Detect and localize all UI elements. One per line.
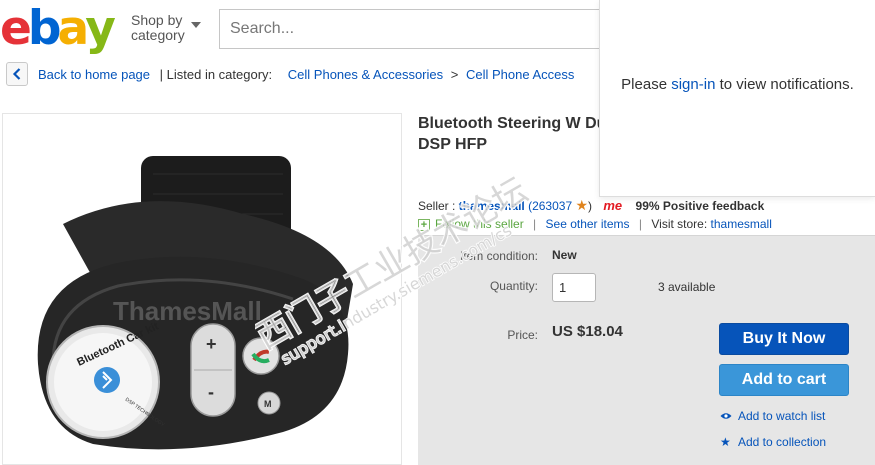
plus-icon: + — [418, 219, 430, 231]
svg-text:-: - — [208, 382, 214, 402]
add-to-cart-button[interactable]: Add to cart — [719, 364, 849, 396]
feedback-star-icon: ★ — [575, 197, 589, 213]
divider: | — [533, 217, 537, 231]
notif-pre: Please — [621, 76, 672, 93]
seller-info: Seller : thamesmall (263037 ★) me 99% Po… — [418, 197, 764, 214]
condition-value: New — [552, 248, 577, 262]
positive-feedback: 99% Positive feedback — [635, 199, 765, 213]
see-other-items-link[interactable]: See other items — [546, 217, 630, 231]
divider: | — [638, 217, 643, 231]
price-value: US $18.04 — [552, 323, 623, 340]
seller-actions: + Follow this seller | See other items | … — [418, 217, 772, 231]
quantity-label: Quantity: — [489, 279, 538, 293]
back-to-home-link[interactable]: Back to home page — [38, 67, 150, 82]
notifications-panel: Please sign-in to view notifications. — [599, 0, 875, 197]
logo-letter-b: b — [27, 1, 62, 56]
svg-text:M: M — [264, 399, 272, 409]
purchase-box: Item condition: New Quantity: 3 availabl… — [418, 235, 875, 465]
available-count: 3 available — [658, 280, 716, 294]
collection-label: Add to collection — [738, 435, 827, 449]
breadcrumb-separator: > — [450, 67, 459, 82]
condition-label: Item condition: — [459, 249, 538, 263]
product-image-panel[interactable]: Bluetooth Car kit DSP TECHNOLOGY + - M T… — [2, 113, 402, 465]
svg-text:+: + — [206, 334, 217, 354]
shop-by-label: Shop by — [131, 12, 183, 28]
chevron-down-icon — [191, 22, 201, 28]
ebay-logo[interactable]: ebay — [0, 4, 120, 54]
logo-letter-y: y — [85, 1, 116, 56]
quantity-input[interactable] — [552, 273, 596, 302]
chevron-left-icon — [12, 68, 21, 80]
seller-name-link[interactable]: thamesmall — [459, 199, 525, 213]
buy-it-now-button[interactable]: Buy It Now — [719, 323, 849, 355]
back-button[interactable] — [6, 62, 28, 86]
price-label: Price: — [507, 328, 538, 342]
follow-seller-link[interactable]: Follow this seller — [435, 217, 524, 231]
watch-list-label: Add to watch list — [738, 409, 826, 423]
sign-in-link[interactable]: sign-in — [671, 76, 715, 93]
logo-letter-a: a — [57, 1, 90, 56]
notif-post: to view notifications. — [715, 76, 854, 93]
breadcrumb: Back to home page | Listed in category: … — [38, 67, 574, 82]
add-to-watch-list-link[interactable]: Add to watch list — [720, 409, 825, 423]
notifications-message: Please sign-in to view notifications. — [600, 73, 875, 97]
feedback-score-link[interactable]: (263037 — [528, 199, 572, 213]
eye-icon — [720, 409, 734, 423]
visit-store-label: Visit store: — [651, 217, 708, 231]
breadcrumb-subcategory-link[interactable]: Cell Phone Access — [466, 67, 574, 82]
feedback-score-close: ) — [588, 199, 593, 213]
category-label: category — [131, 27, 185, 43]
star-icon: ★ — [720, 435, 731, 449]
add-to-collection-link[interactable]: ★ Add to collection — [720, 435, 826, 449]
search-input[interactable] — [220, 10, 618, 48]
me-badge-icon: me — [603, 198, 623, 213]
seller-prefix: Seller : — [418, 199, 456, 213]
listed-in-label: | Listed in category: — [159, 67, 273, 82]
logo-letter-e: e — [0, 1, 32, 56]
image-watermark-text: ThamesMall — [113, 296, 262, 326]
shop-by-category-button[interactable]: Shop by category — [131, 12, 201, 43]
breadcrumb-category-link[interactable]: Cell Phones & Accessories — [288, 67, 443, 82]
search-box[interactable] — [219, 9, 619, 49]
store-name-link[interactable]: thamesmall — [711, 217, 772, 231]
product-image: Bluetooth Car kit DSP TECHNOLOGY + - M T… — [37, 156, 353, 450]
